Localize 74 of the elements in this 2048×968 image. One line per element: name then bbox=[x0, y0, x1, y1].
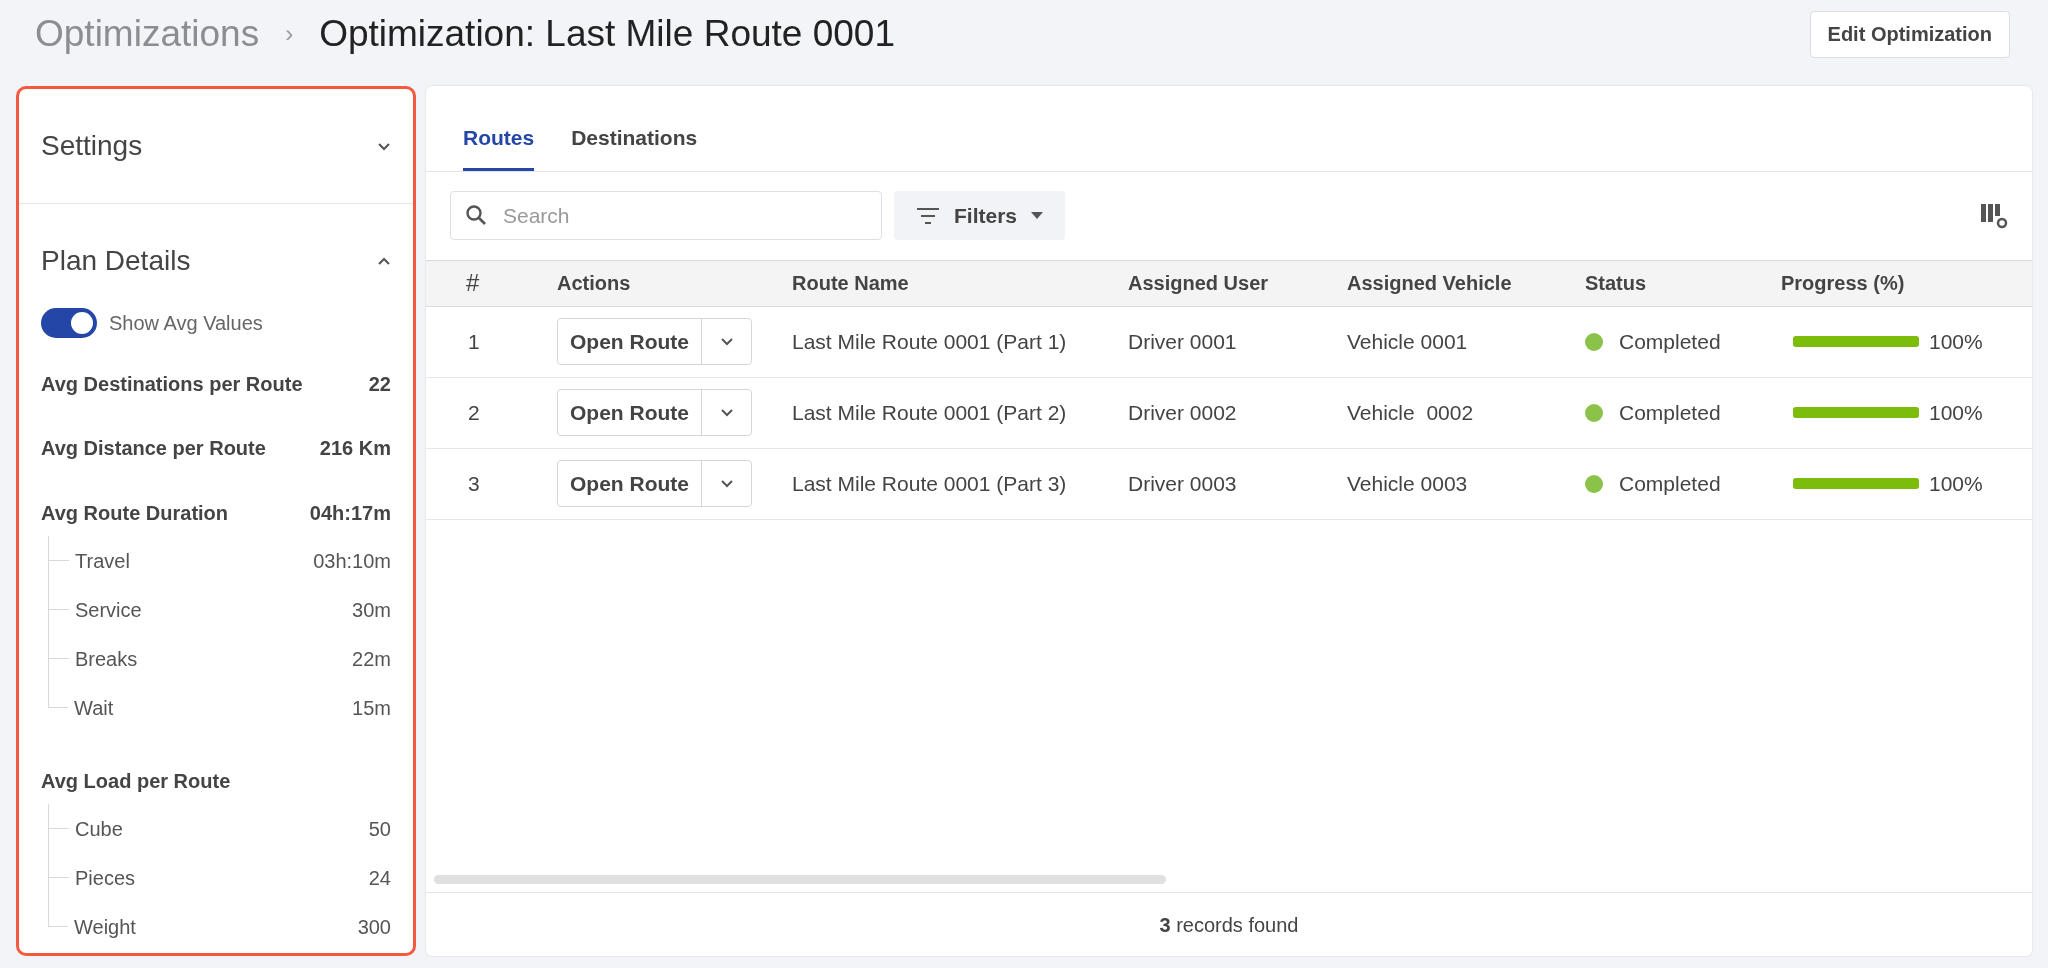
status-text: Completed bbox=[1619, 470, 1721, 497]
row-number: 1 bbox=[467, 328, 481, 355]
edit-optimization-button[interactable]: Edit Optimization bbox=[1809, 10, 2010, 58]
tab[interactable]: Destinations bbox=[571, 122, 698, 171]
metric-label: Avg Route Duration bbox=[41, 500, 229, 526]
chevron-icon bbox=[719, 479, 734, 488]
progress-text: 100% bbox=[1929, 399, 1983, 426]
toggle-label: Show Avg Values bbox=[109, 311, 263, 336]
metric-label: Wait bbox=[74, 695, 114, 721]
breadcrumb-separator: › bbox=[285, 19, 294, 49]
column-header: Progress (%) bbox=[1781, 271, 1906, 296]
search-field[interactable]: Search bbox=[450, 191, 882, 240]
metric-label: Avg Load per Route bbox=[41, 768, 231, 794]
split-button[interactable]: Open Route bbox=[557, 389, 752, 436]
table-cell-text: Driver 0002 bbox=[1128, 399, 1238, 426]
table-cell-text: Last Mile Route 0001 (Part 1) bbox=[792, 328, 1068, 355]
metric-value: 04h:17m bbox=[309, 500, 391, 526]
section-title[interactable]: Settings bbox=[41, 125, 143, 167]
open-route-button[interactable]: Open Route bbox=[558, 461, 701, 506]
metric-value: 22 bbox=[368, 372, 391, 397]
column-header: # bbox=[465, 268, 481, 298]
table-cell-text: Vehicle 0001 bbox=[1347, 328, 1469, 355]
progress-text: 100% bbox=[1929, 328, 1983, 355]
table-cell-text: Driver 0003 bbox=[1128, 470, 1238, 497]
section-title[interactable]: Plan Details bbox=[41, 240, 191, 282]
metric-value: 30m bbox=[352, 597, 391, 623]
column-header: Assigned User bbox=[1128, 271, 1270, 296]
table-cell-text: Last Mile Route 0001 (Part 3) bbox=[792, 470, 1068, 497]
column-settings-icon[interactable] bbox=[1980, 201, 2008, 230]
column-header: Assigned Vehicle bbox=[1347, 271, 1513, 296]
progress-text: 100% bbox=[1929, 470, 1983, 497]
metric-label: Avg Distance per Route bbox=[41, 436, 266, 461]
filters-button[interactable]: Filters bbox=[894, 191, 1066, 240]
metric-label: Cube bbox=[75, 816, 123, 842]
open-route-button[interactable]: Open Route bbox=[558, 390, 701, 435]
metric-label: Avg Destinations per Route bbox=[41, 372, 303, 397]
metric-label: Pieces bbox=[75, 865, 136, 891]
metric-value: 300 bbox=[357, 914, 391, 940]
metric-value: 50 bbox=[368, 816, 391, 842]
metric-label: Travel bbox=[75, 548, 130, 574]
chevron-icon bbox=[719, 408, 734, 417]
metric-value: 15m bbox=[352, 695, 391, 721]
horizontal-scrollbar[interactable] bbox=[434, 875, 1166, 884]
filter-icon bbox=[916, 206, 940, 225]
column-header: Actions bbox=[556, 271, 632, 296]
row-number: 2 bbox=[467, 399, 481, 426]
page-title: Optimization: Last Mile Route 0001 bbox=[319, 12, 895, 57]
chevron-icon[interactable] bbox=[377, 140, 391, 152]
records-count: 3 records found bbox=[1159, 912, 1299, 938]
column-header: Route Name bbox=[792, 271, 910, 296]
table-cell-text: Vehicle 0003 bbox=[1347, 470, 1469, 497]
metric-label: Breaks bbox=[75, 646, 138, 672]
status-text: Completed bbox=[1619, 399, 1721, 426]
table-cell-text: Driver 0001 bbox=[1128, 328, 1238, 355]
table-cell-text: Last Mile Route 0001 (Part 2) bbox=[792, 399, 1068, 426]
search-icon bbox=[464, 203, 488, 227]
chevron-icon bbox=[719, 337, 734, 346]
chevron-icon[interactable] bbox=[377, 255, 391, 267]
tab[interactable]: Routes bbox=[463, 122, 535, 171]
status-text: Completed bbox=[1619, 328, 1721, 355]
metric-label: Service bbox=[75, 597, 142, 623]
metric-value: 03h:10m bbox=[313, 548, 391, 574]
metric-label: Weight bbox=[74, 914, 136, 940]
column-header: Status bbox=[1585, 271, 1648, 296]
split-button[interactable]: Open Route bbox=[557, 318, 752, 365]
split-button[interactable]: Open Route bbox=[557, 460, 752, 507]
caret-icon bbox=[1031, 212, 1044, 219]
open-route-button[interactable]: Open Route bbox=[558, 319, 701, 364]
table-cell-text: Vehicle 0002 bbox=[1347, 399, 1475, 426]
metric-value: 22m bbox=[352, 646, 391, 672]
toggle-switch[interactable] bbox=[41, 308, 97, 338]
metric-value: 24 bbox=[368, 865, 391, 891]
metric-value: 216 Km bbox=[319, 436, 391, 461]
row-number: 3 bbox=[467, 470, 481, 497]
